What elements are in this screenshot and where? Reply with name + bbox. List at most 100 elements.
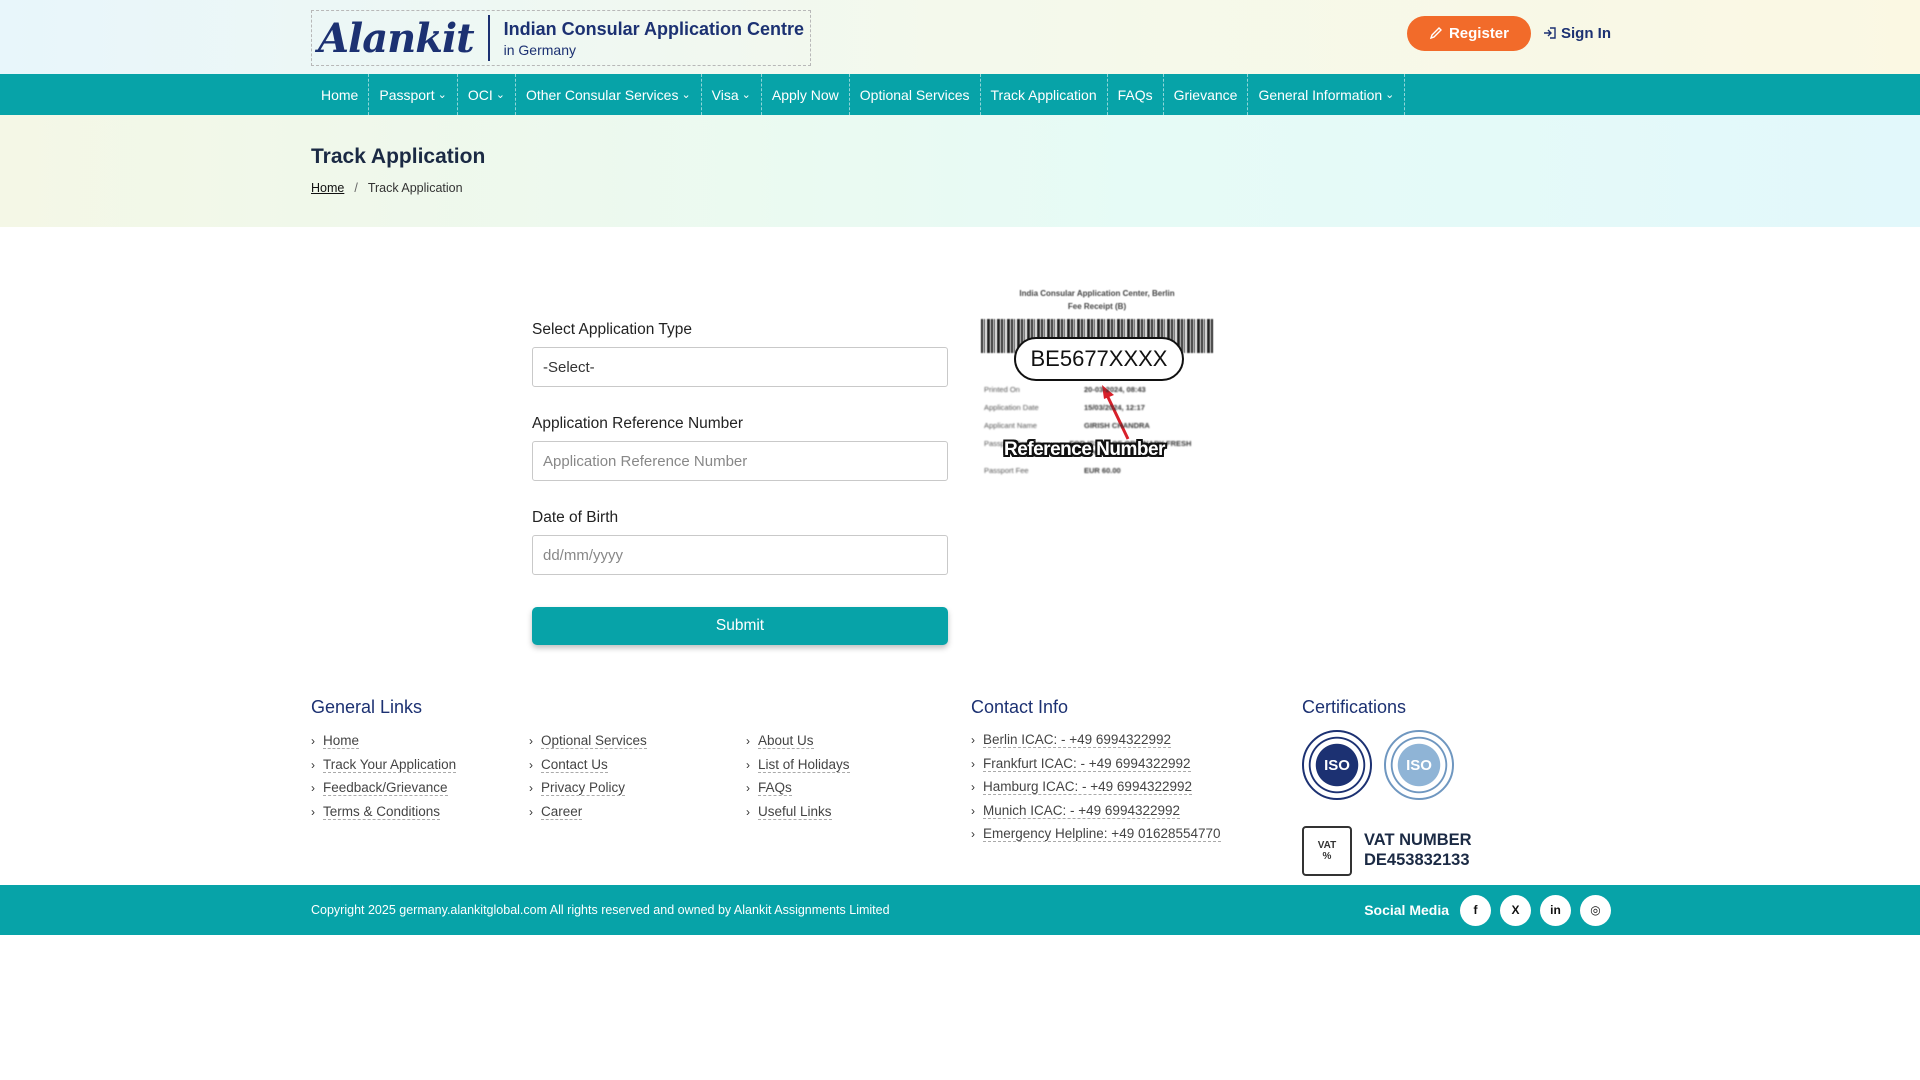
chevron-right-icon: › (529, 781, 533, 795)
dob-label: Date of Birth (532, 509, 619, 526)
nav-item-apply-now[interactable]: Apply Now (762, 74, 850, 115)
footer-link-label: Berlin ICAC: - +49 6994322992 (983, 732, 1171, 748)
footer-link-label: Emergency Helpline: +49 01628554770 (983, 826, 1221, 842)
top-header: Alankit Indian Consular Application Cent… (0, 0, 1920, 74)
nav-item-label: Grievance (1173, 86, 1238, 103)
register-button[interactable]: Register (1406, 15, 1531, 51)
footer-link[interactable]: › Emergency Helpline: +49 01628554770 (971, 826, 1221, 842)
nav-item-other-consular-services[interactable]: Other Consular Services ⌄ (516, 74, 702, 115)
copyright-text: Copyright 2025 germany.alankitglobal.com… (311, 903, 890, 917)
footer-link-label: Frankfurt ICAC: - +49 6994322992 (983, 755, 1191, 772)
footer-link[interactable]: › Useful Links (746, 804, 850, 820)
submit-button[interactable]: Submit (532, 607, 948, 645)
instagram-icon[interactable]: ◎ (1580, 894, 1611, 926)
reference-number-label: Application Reference Number (532, 415, 744, 432)
general-links-col1: › Home › Track Your Application › Feedback/Gr… (311, 733, 457, 827)
receipt-subtitle: Fee Receipt (B) (1067, 302, 1127, 311)
footer-link[interactable]: › Feedback/Grievance (311, 780, 456, 796)
main-content: Select Application Type -Select- Applica… (0, 227, 1920, 667)
application-type-value: -Select- (543, 358, 595, 376)
footer-link[interactable]: › List of Holidays (746, 757, 850, 773)
chevron-down-icon: ⌄ (495, 89, 505, 101)
receipt-row: Printed On 20-03-2024, 08:43 (984, 385, 1210, 394)
receipt-row-value: EUR 60.00 (1084, 466, 1121, 475)
footer-link[interactable]: › Berlin ICAC: - +49 6994322992 (971, 732, 1221, 748)
dob-input[interactable]: dd/mm/yyyy (532, 535, 948, 575)
signin-link[interactable]: Sign In (1543, 25, 1611, 42)
nav-item-visa[interactable]: Visa ⌄ (702, 74, 762, 115)
footer-link[interactable]: › Career (529, 804, 647, 820)
general-links-list-2: › Optional Services › Contact Us › Privacy Po… (529, 733, 647, 820)
footer-link[interactable]: › Hamburg ICAC: - +49 6994322992 (971, 779, 1221, 795)
social-links: Social Media f X in ◎ (1364, 894, 1611, 926)
general-links-section: General Links (311, 697, 422, 732)
footer-link-label: About Us (758, 733, 814, 749)
receipt-rows: Printed On 20-03-2024, 08:43 Application D… (984, 385, 1210, 484)
vat-text: VAT NUMBER DE453832133 (1364, 831, 1472, 871)
site-logo[interactable]: Alankit Indian Consular Application Cent… (311, 10, 811, 66)
footer-link[interactable]: › Frankfurt ICAC: - +49 6994322992 (971, 756, 1221, 772)
nav-item-label: Track Application (990, 86, 1097, 103)
nav-item-faqs[interactable]: FAQs (1108, 74, 1164, 115)
social-media-label: Social Media (1364, 902, 1449, 918)
footer-link[interactable]: › Track Your Application (311, 757, 457, 773)
general-links-heading: General Links (311, 697, 423, 717)
breadcrumb-home[interactable]: Home (311, 181, 344, 195)
chevron-right-icon: › (311, 734, 315, 748)
footer-link[interactable]: › Munich ICAC: - +49 6994322992 (971, 803, 1221, 819)
chevron-right-icon: › (971, 803, 975, 818)
nav-item-grievance[interactable]: Grievance (1164, 74, 1249, 115)
general-links-list-3: › About Us › List of Holidays › FAQs › Useful L… (746, 733, 850, 820)
application-type-select[interactable]: -Select- (532, 347, 948, 387)
nav-item-passport[interactable]: Passport ⌄ (369, 74, 458, 115)
footer-link[interactable]: › FAQs (746, 780, 850, 796)
reference-number-input[interactable]: Application Reference Number (532, 441, 948, 481)
receipt-row-value: 15/03/2024, 12:17 (1084, 403, 1145, 412)
nav-item-oci[interactable]: OCI ⌄ (458, 74, 516, 115)
chevron-down-icon: ⌄ (741, 89, 751, 101)
nav-item-label: Apply Now (771, 86, 839, 103)
page-banner: Track Application Home / Track Applicati… (0, 115, 1920, 227)
linkedin-icon[interactable]: in (1540, 894, 1571, 926)
receipt-row: Passport Fee EUR 60.00 (984, 466, 1210, 475)
register-label: Register (1448, 24, 1509, 42)
receipt-row-key: Printed On (984, 385, 1020, 394)
certifications-section: Certifications ISO ISO VAT % VAT NUMBER … (1302, 697, 1472, 876)
alankit-logo-text: Alankit (318, 14, 475, 62)
receipt-row: Applicant Name GIRISH CHANDRA (984, 421, 1210, 430)
footer-link-label: Contact Us (541, 756, 608, 773)
receipt-row-key: Application Date (984, 403, 1039, 412)
reference-number-caption: Reference Number (1004, 439, 1165, 460)
footer: General Links › Home › Track Your Applicati… (0, 667, 1920, 885)
nav-item-home[interactable]: Home (311, 74, 370, 115)
footer-link-label: Home (323, 733, 360, 749)
footer-link[interactable]: › Optional Services (529, 733, 647, 749)
x-twitter-icon[interactable]: X (1500, 894, 1531, 926)
footer-link[interactable]: › Terms & Conditions (311, 804, 456, 820)
logo-divider (487, 15, 490, 61)
dob-placeholder: dd/mm/yyyy (543, 546, 624, 564)
general-links-list-1: › Home › Track Your Application › Feedback/Gr… (311, 733, 457, 820)
chevron-right-icon: › (971, 733, 975, 747)
vat-block: VAT % VAT NUMBER DE453832133 (1302, 826, 1472, 876)
footer-link[interactable]: › Home (311, 733, 456, 749)
nav-item-track-application[interactable]: Track Application (981, 74, 1108, 115)
footer-link-label: Useful Links (758, 803, 832, 820)
iso-9001-badge: ISO (1302, 730, 1372, 800)
chevron-right-icon: › (529, 804, 533, 819)
footer-link-label: Terms & Conditions (323, 803, 441, 820)
footer-link[interactable]: › About Us (746, 733, 850, 749)
nav-item-general-information[interactable]: General Information ⌄ (1248, 74, 1406, 115)
footer-link-label: Optional Services (541, 733, 647, 749)
percent-icon: % (1322, 851, 1332, 862)
footer-link[interactable]: › Privacy Policy (529, 780, 647, 796)
facebook-icon[interactable]: f (1460, 894, 1491, 926)
chevron-down-icon: ⌄ (1385, 89, 1395, 101)
footer-link[interactable]: › Contact Us (529, 757, 647, 773)
footer-bottom-bar: Copyright 2025 germany.alankitglobal.com… (0, 885, 1920, 935)
receipt-example-image: India Consular Application Center, Berli… (980, 289, 1214, 529)
vat-icon-label: VAT (1317, 840, 1337, 851)
certifications-heading: Certifications (1302, 697, 1407, 717)
nav-item-optional-services[interactable]: Optional Services (850, 74, 981, 115)
reference-number-placeholder: Application Reference Number (543, 452, 748, 470)
